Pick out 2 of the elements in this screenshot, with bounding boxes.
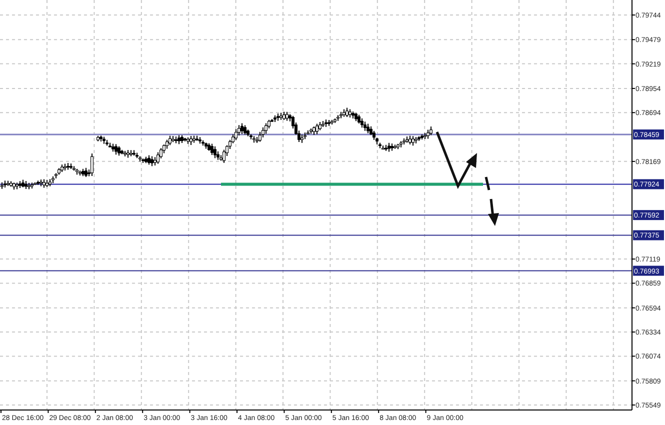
dashed-down-arrow (484, 176, 499, 226)
forecast-arrow (436, 132, 477, 189)
